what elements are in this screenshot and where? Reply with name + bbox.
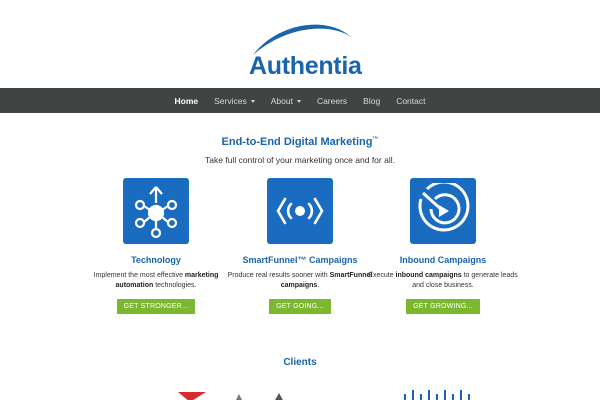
nav-item-careers[interactable]: Careers <box>309 96 355 106</box>
feature-title: Technology <box>131 255 181 265</box>
caret-down-icon <box>250 99 255 103</box>
brand-logo[interactable]: Authentia <box>247 15 362 80</box>
brand-name: Authentia <box>249 52 362 80</box>
nav-label: Careers <box>316 95 348 106</box>
trademark-mark: ™ <box>372 136 379 143</box>
nav-item-blog[interactable]: Blog <box>355 96 388 106</box>
nav-item-about[interactable]: About <box>263 96 309 106</box>
feature-description: Implement the most effective marketing a… <box>81 271 231 291</box>
target-play-icon[interactable] <box>410 178 476 244</box>
hero-tagline: Take full control of your marketing once… <box>205 155 395 165</box>
feature-technology: Technology Implement the most effective … <box>81 178 231 314</box>
feature-title: SmartFunnel™ Campaigns <box>242 255 358 265</box>
nav-item-home[interactable]: Home <box>167 96 207 106</box>
nav-label: Services <box>214 95 247 106</box>
broadcast-signal-icon[interactable] <box>267 178 333 244</box>
get-stronger-button[interactable]: GET STRONGER... <box>116 299 196 314</box>
client-logo-peak-icon <box>275 393 283 400</box>
get-going-button[interactable]: GET GOING... <box>269 299 331 314</box>
desc-text: . <box>317 282 320 289</box>
nav-label: Blog <box>363 95 381 106</box>
nav-label: About <box>270 95 293 106</box>
feature-description: Produce real results sooner with SmartFu… <box>225 271 375 291</box>
desc-text: Produce real results sooner with <box>227 272 330 279</box>
desc-text: technologies. <box>153 282 197 289</box>
client-logo-bars-icon <box>404 390 470 400</box>
nav-label: Contact <box>396 95 426 106</box>
feature-description: Execute inbound campaigns to generate le… <box>368 271 518 291</box>
network-nodes-icon[interactable] <box>123 178 189 244</box>
feature-title: Inbound Campaigns <box>399 255 487 265</box>
feature-smartfunnel: SmartFunnel™ Campaigns Produce real resu… <box>225 178 375 314</box>
desc-text: Execute <box>368 272 396 279</box>
client-logo-triangle-icon <box>236 394 242 400</box>
nav-label: Home <box>174 95 199 106</box>
hero-headline: End-to-End Digital Marketing™ <box>0 136 600 148</box>
get-growing-button[interactable]: GET GROWING... <box>406 299 480 314</box>
nav-item-services[interactable]: Services <box>206 96 263 106</box>
nav-item-contact[interactable]: Contact <box>388 96 433 106</box>
headline-text: End-to-End Digital Marketing <box>221 136 373 148</box>
desc-emphasis: inbound campaigns <box>395 272 462 279</box>
desc-text: Implement the most effective <box>93 272 185 279</box>
main-navbar: Home Services About Careers Blog Contact <box>0 88 600 113</box>
client-logo-red-arrow-icon <box>178 392 206 400</box>
caret-down-icon <box>296 99 301 103</box>
logo-swoosh-icon <box>253 24 351 55</box>
clients-heading: Clients <box>283 357 317 368</box>
feature-inbound: Inbound Campaigns Execute inbound campai… <box>368 178 518 314</box>
